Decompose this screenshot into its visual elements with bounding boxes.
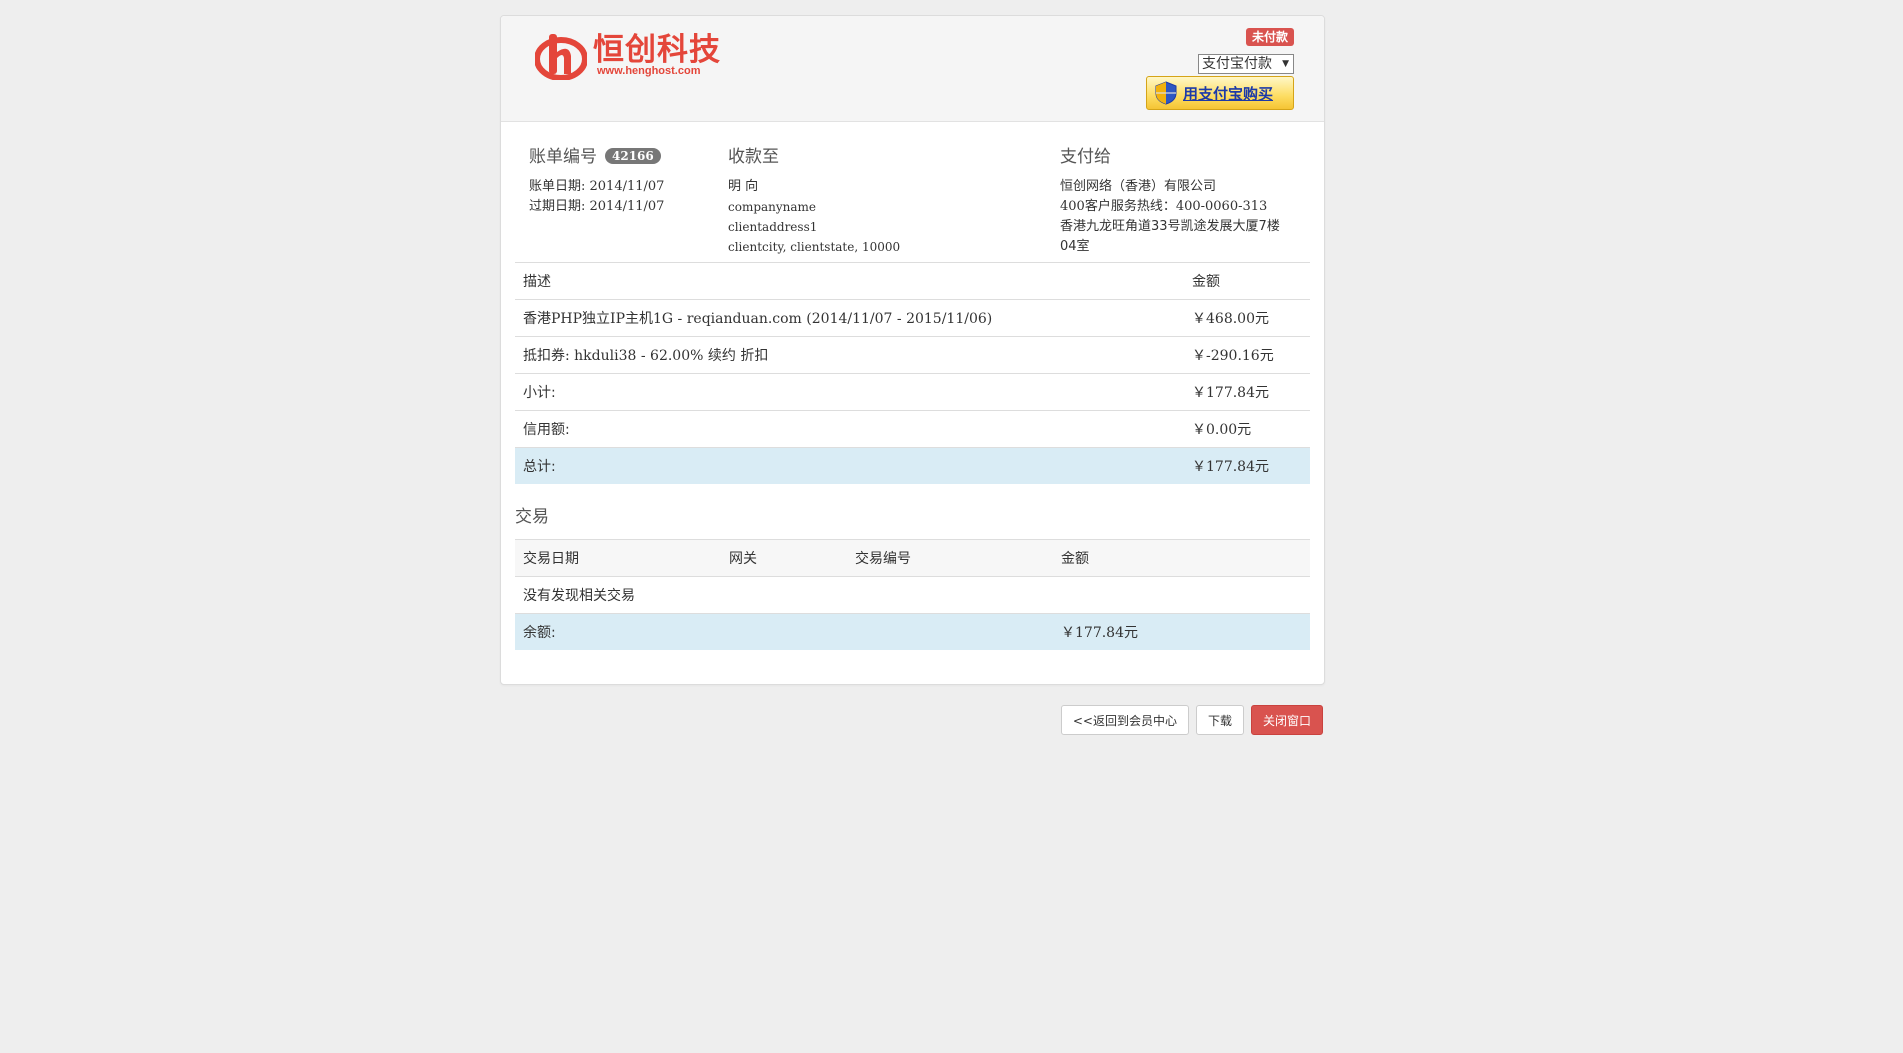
payee-company: 恒创网络（香港）有限公司 [1060, 179, 1217, 194]
item-amount: ￥-290.16元 [1184, 336, 1310, 374]
table-row: 香港PHP独立IP主机1G - reqianduan.com (2014/11/… [515, 299, 1310, 337]
payee-hotline: 400客户服务热线：400-0060-313 [1060, 199, 1268, 214]
credit-row: 信用额: ￥0.00元 [515, 410, 1310, 448]
table-header-row: 描述 金额 [515, 262, 1310, 300]
tx-date-header: 交易日期 [515, 539, 721, 577]
table-row: 抵扣券: hkduli38 - 62.00% 续约 折扣 ￥-290.16元 [515, 336, 1310, 374]
close-window-button[interactable]: 关闭窗口 [1250, 705, 1323, 735]
invoice-panel: 恒创科技 www.henghost.com 未付款 支付宝付款 ▼ 用支付宝购买… [500, 15, 1325, 685]
bill-to-title: 收款至 [728, 147, 779, 167]
transactions-table: 交易日期 网关 交易编号 金额 没有发现相关交易 余额: ￥177.84元 [515, 539, 1310, 650]
payment-method-value: 支付宝付款 [1202, 55, 1272, 72]
table-header-row: 交易日期 网关 交易编号 金额 [515, 539, 1310, 577]
item-amount: ￥468.00元 [1184, 299, 1310, 337]
subtotal-amount: ￥177.84元 [1184, 373, 1310, 411]
pay-to: 支付给 恒创网络（香港）有限公司 400客户服务热线：400-0060-313 … [1060, 142, 1280, 257]
table-row: 没有发现相关交易 [515, 576, 1310, 614]
invoice-header: 恒创科技 www.henghost.com 未付款 支付宝付款 ▼ 用支付宝购买 [501, 16, 1324, 122]
dropdown-arrow-icon: ▼ [1282, 58, 1289, 69]
client-city: clientcity, clientstate, 10000 [728, 240, 901, 254]
invoice-info: 账单编号 42166 账单日期: 2014/11/07 过期日期: 2014/11… [515, 142, 1310, 262]
subtotal-row: 小计: ￥177.84元 [515, 373, 1310, 411]
transactions-title: 交易 [515, 507, 549, 527]
back-to-client-area-button[interactable]: <<返回到会员中心 [1060, 705, 1189, 735]
total-amount: ￥177.84元 [1184, 447, 1310, 484]
credit-amount: ￥0.00元 [1184, 410, 1310, 448]
payee-address-2: 04室 [1060, 239, 1090, 254]
shield-icon [1155, 81, 1177, 105]
alipay-button-label: 用支付宝购买 [1183, 84, 1274, 103]
total-row: 总计: ￥177.84元 [515, 447, 1310, 484]
client-company: companyname [728, 200, 817, 214]
description-header: 描述 [515, 262, 1184, 300]
invoice-items-table: 描述 金额 香港PHP独立IP主机1G - reqianduan.com (20… [515, 262, 1310, 484]
invoice-meta: 账单编号 42166 账单日期: 2014/11/07 过期日期: 2014/11… [529, 142, 664, 217]
client-name: 明 向 [728, 179, 759, 194]
item-description: 香港PHP独立IP主机1G - reqianduan.com (2014/11/… [515, 299, 1184, 337]
invoice-due-date: 过期日期: 2014/11/07 [529, 199, 665, 214]
tx-id-header: 交易编号 [847, 539, 1053, 577]
invoice-date: 账单日期: 2014/11/07 [529, 179, 665, 194]
download-button[interactable]: 下载 [1195, 705, 1244, 735]
balance-label: 余额: [515, 613, 1053, 650]
item-description: 抵扣券: hkduli38 - 62.00% 续约 折扣 [515, 336, 1184, 374]
pay-to-title: 支付给 [1060, 147, 1111, 167]
tx-gateway-header: 网关 [721, 539, 847, 577]
status-badge: 未付款 [1245, 28, 1294, 46]
logo-url: www.henghost.com [597, 65, 701, 77]
logo-name: 恒创科技 [593, 32, 721, 68]
amount-header: 金额 [1184, 262, 1310, 300]
total-label: 总计: [515, 447, 1184, 484]
tx-amount-header: 金额 [1053, 539, 1310, 577]
balance-amount: ￥177.84元 [1053, 613, 1310, 650]
bill-to: 收款至 明 向 companyname clientaddress1 clien… [728, 142, 900, 257]
alipay-pay-button[interactable]: 用支付宝购买 [1146, 76, 1294, 110]
client-address: clientaddress1 [728, 220, 818, 234]
company-logo: 恒创科技 www.henghost.com [535, 30, 721, 80]
balance-row: 余额: ￥177.84元 [515, 613, 1310, 650]
henghost-logo-icon [535, 34, 587, 80]
invoice-number-label: 账单编号 [529, 147, 597, 167]
action-buttons: <<返回到会员中心 下载 关闭窗口 [1060, 705, 1323, 735]
no-transactions-text: 没有发现相关交易 [515, 576, 1310, 614]
credit-label: 信用额: [515, 410, 1184, 448]
invoice-number-badge: 42166 [605, 148, 661, 164]
payee-address-1: 香港九龙旺角道33号凯途发展大厦7楼 [1060, 219, 1280, 234]
subtotal-label: 小计: [515, 373, 1184, 411]
payment-method-select[interactable]: 支付宝付款 ▼ [1198, 54, 1294, 74]
